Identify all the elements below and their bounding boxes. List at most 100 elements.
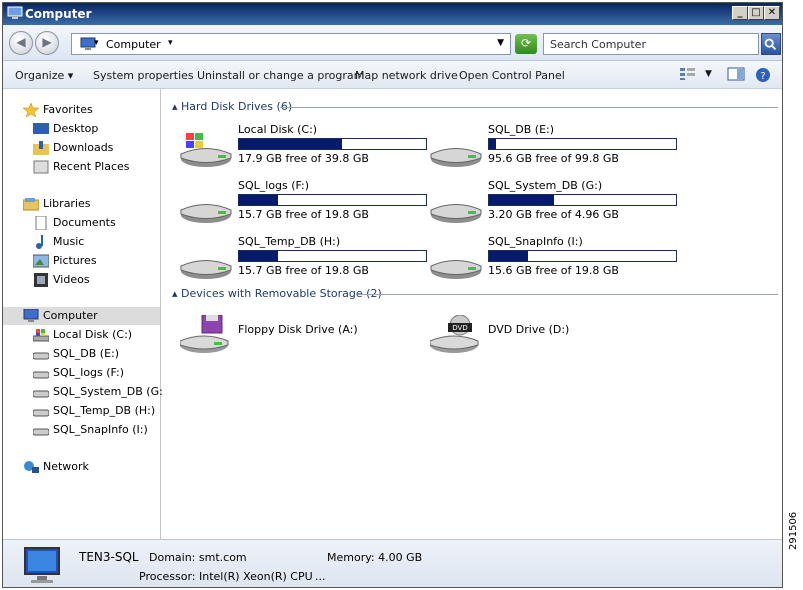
windows-drive-icon [32, 328, 50, 342]
drive-item[interactable]: Local Disk (C:) 17.9 GB free of 39.8 GB [180, 123, 430, 175]
floppy-drive-item[interactable]: Floppy Disk Drive (A:) [180, 309, 430, 361]
processor-ellipsis: ... [315, 570, 326, 583]
svg-text:?: ? [760, 71, 765, 82]
address-bar: ◀ ▶ ▾ Computer ▾ ▼ ⟳ Search Computer [3, 25, 782, 61]
hard-drive-icon [32, 366, 50, 380]
search-input[interactable]: Search Computer [543, 33, 759, 55]
usage-bar-fill [239, 251, 279, 261]
nav-sql-system-db-g[interactable]: SQL_System_DB (G:) [32, 383, 167, 401]
usage-bar [488, 250, 677, 262]
nav-local-disk-c[interactable]: Local Disk (C:) [32, 326, 132, 344]
usage-bar-fill [239, 195, 279, 205]
map-network-drive-button[interactable]: Map network drive [355, 69, 458, 82]
open-control-panel-button[interactable]: Open Control Panel [459, 69, 565, 82]
maximize-button[interactable]: □ [748, 6, 764, 20]
free-space-label: 15.6 GB free of 19.8 GB [488, 264, 619, 277]
nav-pictures[interactable]: Pictures [32, 252, 97, 270]
system-properties-button[interactable]: System properties [93, 69, 194, 82]
free-space-label: 15.7 GB free of 19.8 GB [238, 208, 369, 221]
hard-drive-icon [430, 260, 482, 279]
free-space-label: 95.6 GB free of 99.8 GB [488, 152, 619, 165]
dvd-drive-item[interactable]: DVD DVD Drive (D:) [430, 309, 680, 361]
hard-drive-icon [32, 347, 50, 361]
drive-item[interactable]: SQL_Temp_DB (H:) 15.7 GB free of 19.8 GB [180, 235, 430, 287]
usage-bar-fill [239, 139, 342, 149]
libraries-icon [22, 197, 40, 211]
group-divider [358, 294, 778, 295]
nav-recent-places[interactable]: Recent Places [33, 158, 130, 176]
breadcrumb-chevron-icon[interactable]: ▾ [168, 38, 173, 48]
hard-drive-icon [430, 148, 482, 167]
figure-id: 291506 [788, 511, 799, 550]
nav-computer[interactable]: Computer [3, 307, 160, 325]
hard-drive-icon [430, 204, 482, 223]
drive-item[interactable]: SQL_logs (F:) 15.7 GB free of 19.8 GB [180, 179, 430, 231]
windows-drive-icon [180, 133, 232, 167]
organize-menu[interactable]: Organize ▾ [15, 69, 73, 82]
group-removable-storage[interactable]: ▴ Devices with Removable Storage (2) [172, 287, 382, 300]
forward-button[interactable]: ▶ [35, 31, 59, 55]
usage-bar-fill [489, 139, 497, 149]
help-icon[interactable]: ? [755, 67, 771, 86]
nav-music[interactable]: Music [33, 233, 84, 251]
drive-item[interactable]: SQL_System_DB (G:) 3.20 GB free of 4.96 G… [430, 179, 680, 231]
navigation-pane: Favorites Desktop Downloads Recent Place… [3, 89, 167, 539]
hard-drive-icon [32, 385, 50, 399]
command-bar: Organize ▾ System properties Uninstall o… [3, 61, 782, 89]
back-button[interactable]: ◀ [9, 31, 33, 55]
nav-libraries[interactable]: Libraries [22, 195, 91, 213]
recent-places-icon [33, 160, 49, 174]
usage-bar-fill [489, 195, 555, 205]
svg-text:DVD: DVD [452, 324, 467, 332]
drive-name: SQL_DB (E:) [488, 123, 555, 136]
uninstall-program-button[interactable]: Uninstall or change a program [197, 69, 364, 82]
nav-desktop[interactable]: Desktop [33, 120, 98, 138]
address-field[interactable]: ▾ Computer ▾ ▼ [71, 33, 511, 55]
nav-videos[interactable]: Videos [33, 271, 90, 289]
usage-bar-fill [489, 251, 529, 261]
change-view-icon[interactable] [679, 67, 697, 84]
usage-bar [238, 138, 427, 150]
group-divider [280, 107, 778, 108]
usage-bar [488, 194, 677, 206]
hard-drive-icon [32, 423, 50, 437]
nav-documents[interactable]: Documents [33, 214, 116, 232]
hard-drive-icon [32, 404, 50, 418]
pictures-icon [32, 254, 50, 268]
nav-sql-logs-f[interactable]: SQL_logs (F:) [32, 364, 124, 382]
drive-name: DVD Drive (D:) [488, 323, 570, 336]
search-button[interactable] [761, 33, 781, 55]
close-button[interactable]: ✕ [764, 6, 780, 20]
breadcrumb-arrow-icon[interactable]: ▾ [94, 38, 99, 48]
minimize-button[interactable]: _ [732, 6, 748, 20]
group-hard-disk-drives[interactable]: ▴ Hard Disk Drives (6) [172, 100, 292, 113]
search-icon [764, 38, 777, 51]
nav-downloads[interactable]: Downloads [33, 139, 113, 157]
refresh-button[interactable]: ⟳ [515, 34, 537, 54]
breadcrumb-computer[interactable]: Computer [106, 38, 161, 51]
music-icon [33, 235, 49, 249]
view-dropdown-icon[interactable]: ▼ [705, 69, 712, 79]
drive-item[interactable]: SQL_SnapInfo (I:) 15.6 GB free of 19.8 GB [430, 235, 680, 287]
drive-name: Local Disk (C:) [238, 123, 318, 136]
computer-icon [23, 308, 39, 323]
computer-name: TEN3-SQL [79, 550, 139, 564]
nav-network[interactable]: Network [23, 458, 89, 476]
drive-item[interactable]: SQL_DB (E:) 95.6 GB free of 99.8 GB [430, 123, 680, 175]
nav-sql-temp-db-h[interactable]: SQL_Temp_DB (H:) [32, 402, 155, 420]
floppy-drive-icon [180, 315, 229, 353]
address-dropdown-icon[interactable]: ▼ [497, 38, 504, 48]
details-pane: TEN3-SQL Domain: smt.com Memory: 4.00 GB… [3, 539, 782, 587]
usage-bar [238, 194, 427, 206]
title-bar[interactable]: Computer _ □ ✕ [3, 3, 782, 25]
nav-sql-db-e[interactable]: SQL_DB (E:) [32, 345, 119, 363]
nav-sql-snapinfo-i[interactable]: SQL_SnapInfo (I:) [32, 421, 148, 439]
preview-pane-icon[interactable] [727, 67, 745, 84]
free-space-label: 15.7 GB free of 19.8 GB [238, 264, 369, 277]
dvd-drive-icon: DVD [430, 315, 479, 353]
downloads-icon [33, 141, 49, 155]
drive-name: Floppy Disk Drive (A:) [238, 323, 358, 336]
computer-icon [7, 6, 23, 19]
hard-drive-icon [180, 260, 232, 279]
nav-favorites[interactable]: Favorites [22, 101, 93, 119]
